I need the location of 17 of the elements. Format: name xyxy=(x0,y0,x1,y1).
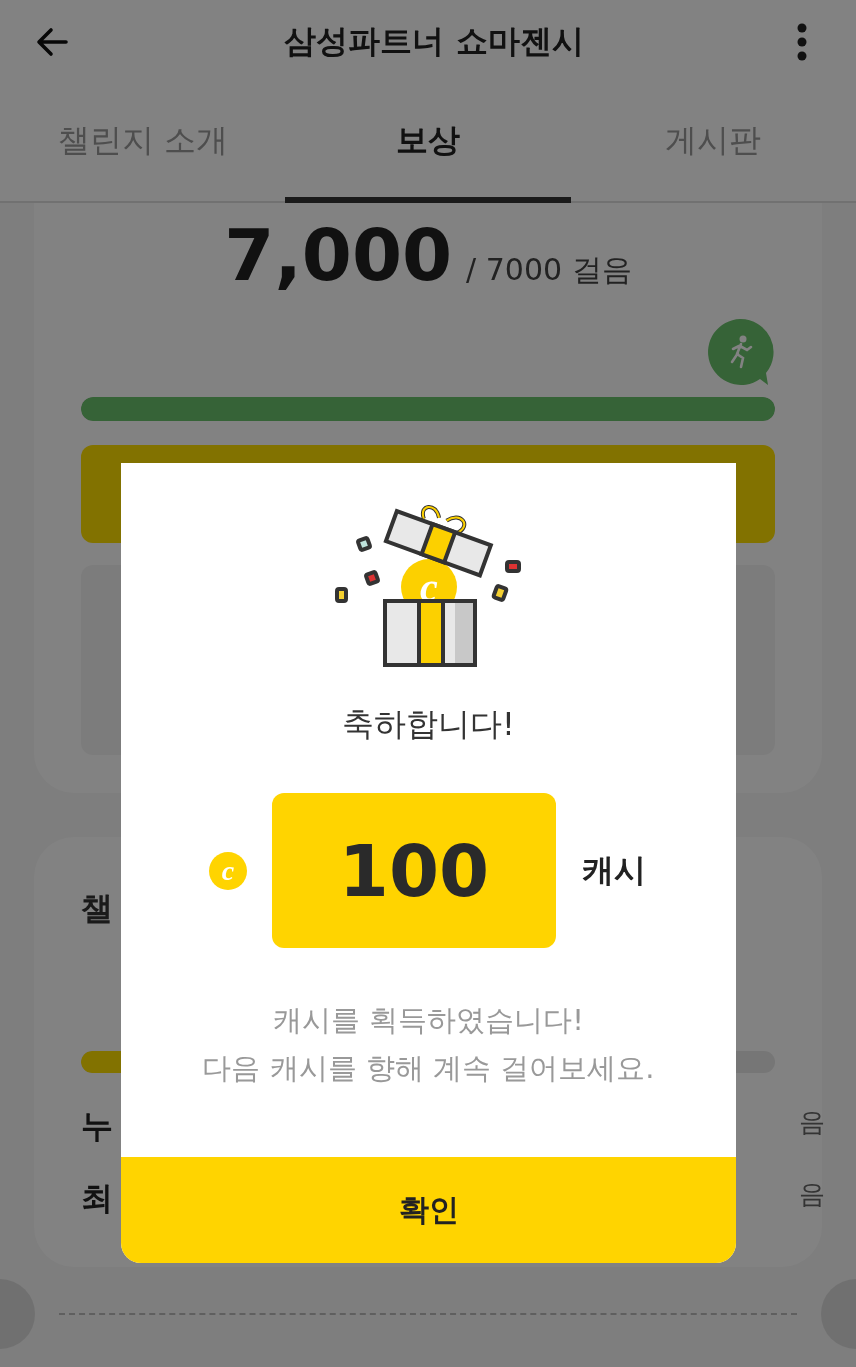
runner-badge-icon xyxy=(705,317,775,387)
row-value: 음 xyxy=(799,1106,825,1139)
coin-icon: c xyxy=(209,851,247,890)
screen-title: 삼성파트너 쇼마젠시 xyxy=(284,21,584,62)
row-value: 음 xyxy=(799,1178,825,1211)
row-label: 누 xyxy=(81,1106,113,1147)
step-goal: / 7000 걸음 xyxy=(466,251,632,289)
dialog-message: 다음 캐시를 향해 계속 걸어보세요. xyxy=(202,1050,655,1087)
more-icon[interactable] xyxy=(796,22,808,62)
step-count: 7,000 xyxy=(224,213,453,297)
reward-unit: 캐시 xyxy=(582,849,646,891)
reward-amount: 100 xyxy=(272,793,556,948)
dialog-title: 축하합니다! xyxy=(342,704,515,745)
confirm-button[interactable]: 확인 xyxy=(121,1157,736,1263)
dialog-message: 캐시를 획득하였습니다! xyxy=(272,1002,585,1039)
row-label: 최 xyxy=(81,1178,113,1219)
card-title: 챌 xyxy=(81,888,114,929)
